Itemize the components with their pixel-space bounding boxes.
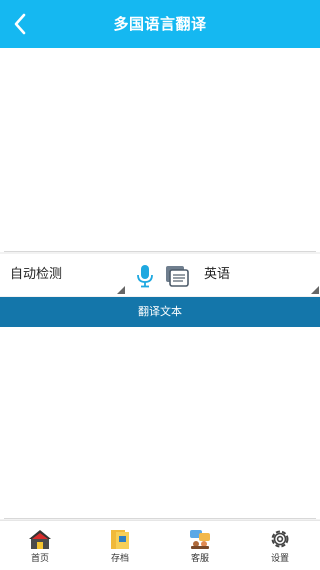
page-title: 多国语言翻译 <box>113 15 207 33</box>
tab-settings-label: 设置 <box>270 554 289 564</box>
tab-customer-service-label: 客服 <box>190 554 209 564</box>
tab-archive-label: 存档 <box>110 554 129 564</box>
source-text-area[interactable] <box>0 48 320 252</box>
tab-customer-service[interactable]: 客服 <box>160 521 240 570</box>
result-text-area <box>0 327 320 519</box>
microphone-icon[interactable] <box>135 264 155 288</box>
app-header: 多国语言翻译 <box>0 0 320 48</box>
settings-gear-icon <box>271 530 289 548</box>
home-icon <box>29 530 51 549</box>
target-dropdown-icon <box>311 286 319 294</box>
source-dropdown-icon <box>117 286 125 294</box>
translate-button[interactable]: 翻译文本 <box>0 297 320 327</box>
tab-settings[interactable]: 设置 <box>240 521 320 570</box>
tab-archive[interactable]: 存档 <box>80 521 160 570</box>
customer-service-icon <box>190 530 210 549</box>
bottom-tab-bar: 首页 存档 客服 设置 <box>0 520 320 570</box>
result-divider <box>4 518 316 519</box>
tab-home-label: 首页 <box>30 554 49 564</box>
tab-home[interactable]: 首页 <box>0 521 80 570</box>
source-divider <box>4 251 316 252</box>
target-language-select[interactable]: 英语 <box>204 254 230 296</box>
language-bar: 自动检测 英语 <box>0 254 320 296</box>
archive-icon <box>111 530 129 549</box>
document-icon[interactable] <box>165 265 189 287</box>
source-language-select[interactable]: 自动检测 <box>10 254 62 296</box>
